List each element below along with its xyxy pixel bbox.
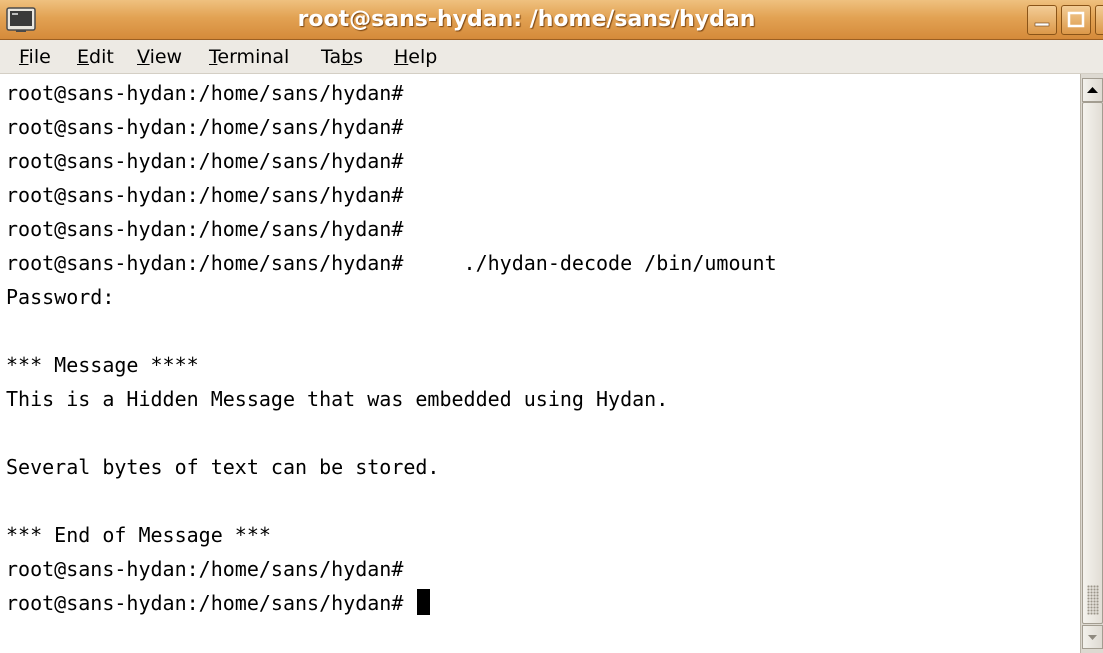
terminal-window: root@sans-hydan: /home/sans/hydan File E… [0,0,1103,653]
scroll-down-button[interactable] [1082,625,1103,649]
terminal-line: root@sans-hydan:/home/sans/hydan# [6,81,404,105]
menu-tabs-label-rest: s [353,46,364,68]
menu-help-label-rest: elp [408,46,438,68]
arrow-up-icon [1087,87,1098,93]
terminal-line: root@sans-hydan:/home/sans/hydan# [6,557,404,581]
terminal-line: This is a Hidden Message that was embedd… [6,387,669,411]
menu-tabs-label: Ta [321,46,342,68]
menu-file-mnemonic: F [19,46,29,68]
vertical-scrollbar[interactable] [1080,74,1103,653]
maximize-icon [1067,11,1085,28]
scroll-grip [1087,585,1099,615]
menu-file-label-rest: ile [28,46,51,68]
terminal-line: root@sans-hydan:/home/sans/hydan# [6,115,404,139]
close-button[interactable] [1095,5,1103,35]
menu-help[interactable]: Help [394,40,437,74]
menu-tabs[interactable]: Tabs [321,40,363,74]
menu-tabs-mnemonic: b [341,46,354,68]
terminal-line: *** Message **** [6,353,199,377]
menu-bar: File Edit View Terminal Tabs Help [0,40,1103,74]
terminal-output[interactable]: root@sans-hydan:/home/sans/hydan# root@s… [0,74,1080,653]
terminal-line: root@sans-hydan:/home/sans/hydan# [6,183,404,207]
minimize-icon [1034,22,1050,27]
terminal-prompt: root@sans-hydan:/home/sans/hydan# [6,591,416,615]
menu-view-mnemonic: V [137,46,150,68]
menu-file[interactable]: File [19,40,51,74]
terminal-line: root@sans-hydan:/home/sans/hydan# [6,149,404,173]
menu-terminal[interactable]: Terminal [209,40,289,74]
window-title: root@sans-hydan: /home/sans/hydan [297,7,756,32]
minimize-button[interactable] [1027,5,1057,35]
terminal-prompt-line: root@sans-hydan:/home/sans/hydan# [6,588,431,618]
terminal-line: Password: [6,285,115,309]
terminal-icon[interactable] [6,7,36,33]
terminal-line: root@sans-hydan:/home/sans/hydan# ./hyda… [6,251,777,275]
menu-edit[interactable]: Edit [77,40,114,74]
title-bar[interactable]: root@sans-hydan: /home/sans/hydan [0,0,1103,40]
terminal-line: *** End of Message *** [6,523,271,547]
maximize-button[interactable] [1061,5,1091,35]
menu-terminal-label-rest: erminal [217,46,290,68]
menu-edit-label-rest: dit [89,46,114,68]
terminal-line: root@sans-hydan:/home/sans/hydan# [6,217,404,241]
menu-help-mnemonic: H [394,46,409,68]
text-cursor [417,589,431,615]
terminal-line: Several bytes of text can be stored. [6,455,440,479]
scroll-up-button[interactable] [1082,78,1103,102]
menu-view-label-rest: iew [149,46,183,68]
arrow-down-icon [1088,635,1097,640]
menu-edit-mnemonic: E [77,46,90,68]
close-icon [1102,15,1103,25]
scroll-thumb[interactable] [1082,102,1103,624]
menu-view[interactable]: View [137,40,182,74]
